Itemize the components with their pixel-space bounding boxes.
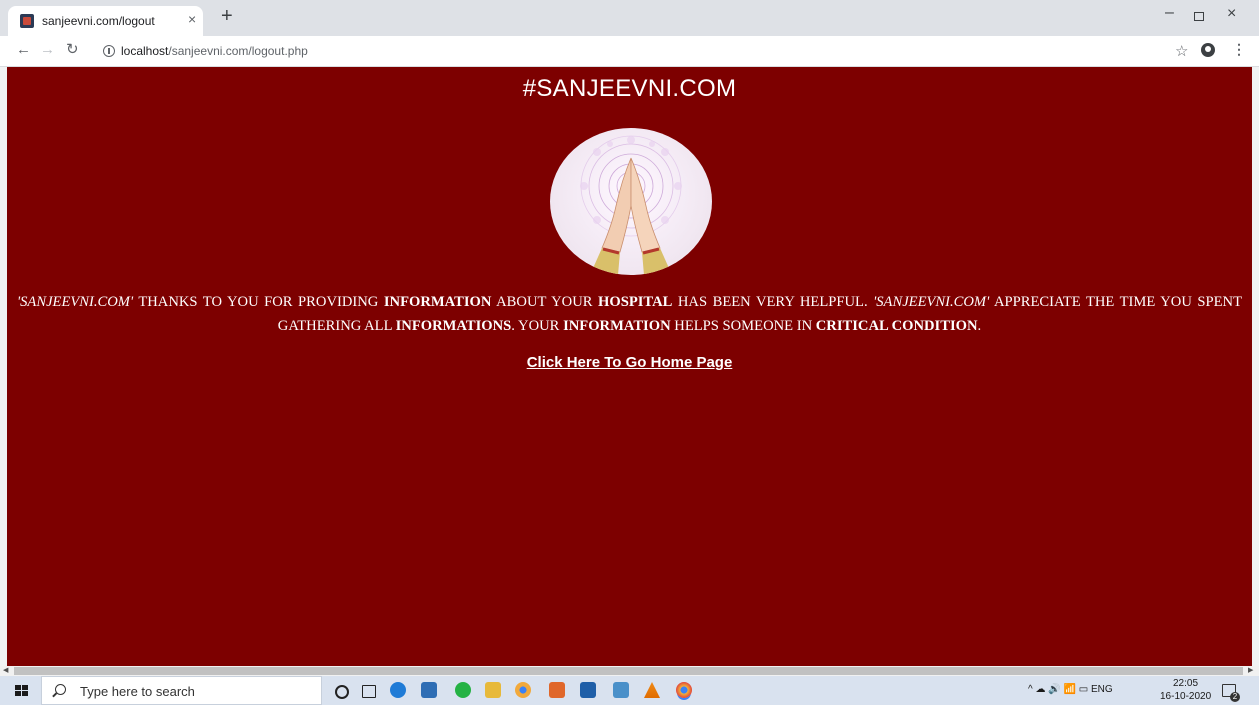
tab-close-button[interactable]: ×	[188, 12, 196, 26]
edge-icon[interactable]	[390, 682, 406, 698]
minimize-button[interactable]: –	[1165, 4, 1174, 22]
task-view-icon[interactable]	[362, 685, 376, 698]
clock-time[interactable]: 22:05	[1173, 678, 1198, 689]
scroll-left-arrow-icon[interactable]: ◀	[3, 666, 8, 674]
clock-date[interactable]: 16-10-2020	[1160, 691, 1211, 702]
profile-icon[interactable]	[1201, 43, 1215, 57]
thank-you-message: 'SANJEEVNI.COM' THANKS TO YOU FOR PROVID…	[17, 290, 1242, 338]
praying-hands-icon	[580, 135, 682, 275]
home-page-link[interactable]: Click Here To Go Home Page	[7, 354, 1252, 371]
message-segment: INFORMATION	[563, 318, 671, 334]
vlc-icon[interactable]	[644, 682, 660, 698]
message-segment: ABOUT YOUR	[491, 294, 599, 310]
favicon-icon	[20, 14, 34, 28]
reload-icon[interactable]: ↻	[66, 42, 79, 58]
browser-tab[interactable]: sanjeevni.com/logout ×	[8, 6, 203, 36]
address-bar[interactable]: localhost/sanjeevni.com/logout.php	[121, 44, 308, 58]
search-icon	[55, 684, 66, 695]
system-tray[interactable]: ^ ☁ 🔊 📶 ▭ ENG	[1028, 684, 1113, 695]
notepad-icon[interactable]	[613, 682, 629, 698]
message-segment: . YOUR	[511, 318, 564, 334]
url-path: /sanjeevni.com/logout.php	[168, 44, 308, 58]
tab-title: sanjeevni.com/logout	[42, 14, 155, 28]
site-info-icon[interactable]	[103, 45, 115, 57]
close-window-button[interactable]: ×	[1227, 5, 1236, 23]
xampp-icon[interactable]	[549, 682, 565, 698]
message-segment: 'SANJEEVNI.COM'	[873, 294, 990, 310]
menu-dots-icon[interactable]: ⋮	[1232, 41, 1246, 58]
back-arrow-icon[interactable]: ←	[16, 42, 31, 58]
windows-start-icon[interactable]	[15, 685, 28, 697]
file-explorer-icon[interactable]	[485, 682, 501, 698]
cortana-icon[interactable]	[335, 685, 349, 699]
namaste-logo	[550, 128, 712, 275]
forward-arrow-icon[interactable]: →	[40, 42, 55, 58]
page-title: #SANJEEVNI.COM	[522, 75, 737, 102]
browser-toolbar: ← → ↻ localhost/sanjeevni.com/logout.php…	[0, 36, 1259, 67]
taskbar: Type here to search ^ ☁ 🔊 📶 ▭ ENG 22:05 …	[0, 676, 1259, 705]
store-icon[interactable]	[421, 682, 437, 698]
message-segment: INFORMATIONS	[395, 318, 512, 334]
search-placeholder: Type here to search	[80, 684, 195, 699]
language-indicator[interactable]: ENG	[1091, 684, 1113, 695]
maximize-button[interactable]	[1194, 12, 1204, 21]
app-icon[interactable]	[580, 682, 596, 698]
horizontal-scrollbar[interactable]: ◀ ▶	[0, 666, 1259, 676]
scroll-right-arrow-icon[interactable]: ▶	[1248, 666, 1253, 674]
message-segment: 'SANJEEVNI.COM'	[17, 294, 134, 310]
message-segment: HAS BEEN VERY HELPFUL.	[672, 294, 874, 310]
tab-strip: sanjeevni.com/logout × + – ×	[0, 0, 1259, 36]
message-segment: CRITICAL CONDITION	[815, 318, 978, 334]
page-content: #SANJEEVNI.COM 'SANJEEVNI.COM' THANKS TO…	[7, 67, 1252, 666]
message-segment: .	[977, 318, 982, 334]
url-host: localhost	[121, 44, 169, 58]
chrome-icon[interactable]	[676, 682, 692, 698]
message-segment: THANKS TO YOU FOR PROVIDING	[133, 294, 384, 310]
taskbar-search-box[interactable]: Type here to search	[41, 676, 322, 705]
new-tab-button[interactable]: +	[221, 6, 233, 26]
whatsapp-icon[interactable]	[455, 682, 471, 698]
message-segment: HELPS SOMEONE IN	[670, 318, 816, 334]
message-segment: HOSPITAL	[598, 294, 673, 310]
scrollbar-thumb[interactable]	[14, 667, 1243, 675]
message-segment: INFORMATION	[383, 294, 492, 310]
chrome-canary-icon[interactable]	[515, 682, 531, 698]
bookmark-star-icon[interactable]: ☆	[1175, 42, 1188, 60]
notification-badge: 2	[1230, 692, 1240, 702]
